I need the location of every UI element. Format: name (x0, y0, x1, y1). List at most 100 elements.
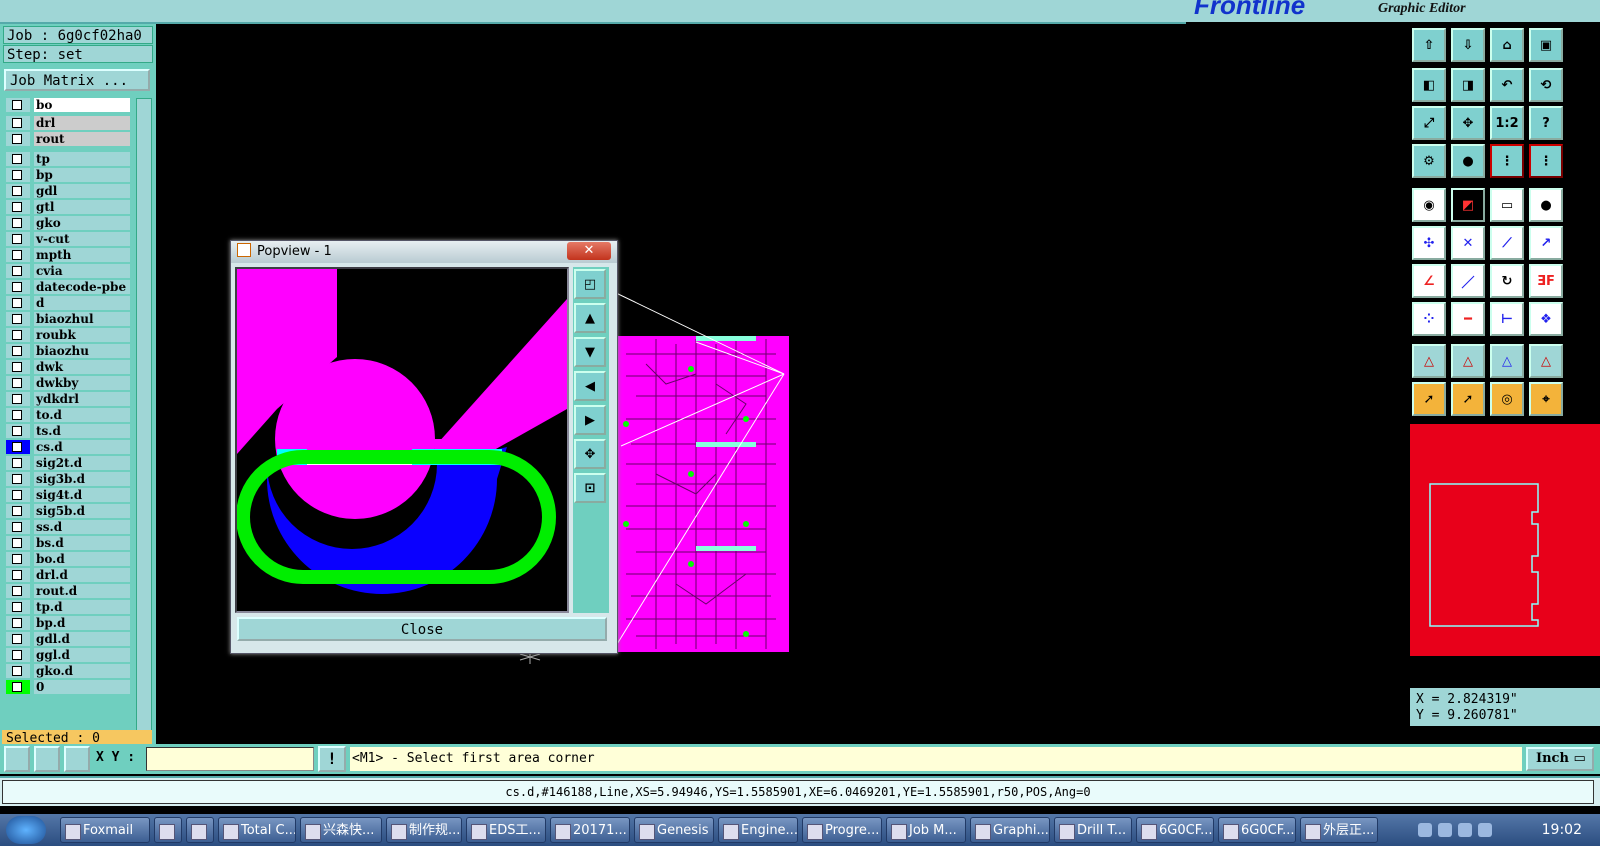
layer-row[interactable]: sig5b.d (6, 504, 130, 518)
popview-close-button[interactable]: Close (237, 617, 607, 641)
zoom-out-icon[interactable]: ⊡ (574, 473, 606, 503)
layer-name[interactable]: 0 (34, 680, 130, 694)
layer-row[interactable]: dwkby (6, 376, 130, 390)
arc-icon[interactable]: ↻ (1490, 264, 1524, 298)
taskbar-item[interactable]: Job M... (886, 817, 966, 843)
pan-left-icon[interactable]: ◀ (574, 371, 606, 401)
shapes-icon[interactable]: ❖ (1529, 302, 1563, 336)
taskbar-item[interactable] (186, 817, 214, 843)
job-matrix-button[interactable]: Job Matrix ... (4, 69, 150, 91)
window-icon[interactable]: ▣ (1529, 28, 1563, 62)
connect-icon[interactable]: ✣ (1412, 226, 1446, 260)
layer-checkbox[interactable] (6, 536, 30, 550)
layer-filter-icon[interactable]: ⋮ (1529, 144, 1563, 178)
layer-row[interactable]: cs.d (6, 440, 130, 454)
layer-checkbox[interactable] (6, 664, 30, 678)
layer-checkbox[interactable] (6, 456, 30, 470)
layer-row[interactable]: drl.d (6, 568, 130, 582)
measure-settings-icon[interactable]: ⚙ (1412, 144, 1446, 178)
layer-checkbox[interactable] (6, 216, 30, 230)
taskbar-item[interactable]: Progre... (802, 817, 882, 843)
layer-name[interactable]: cs.d (34, 440, 130, 454)
area-icon[interactable]: ◩ (1451, 188, 1485, 222)
layer-row[interactable]: gdl.d (6, 632, 130, 646)
layer-name[interactable]: datecode-pbe (34, 280, 130, 294)
layer-name[interactable]: sig5b.d (34, 504, 130, 518)
warning-icon[interactable]: ! (318, 746, 346, 772)
layer-name[interactable]: v-cut (34, 232, 130, 246)
tray-help-icon[interactable] (1438, 823, 1452, 837)
layer-row[interactable]: dwk (6, 360, 130, 374)
layer-row[interactable]: bo.d (6, 552, 130, 566)
layer-name[interactable]: gdl.d (34, 632, 130, 646)
layer-checkbox[interactable] (6, 328, 30, 342)
arrow-line-icon[interactable]: ↗ (1529, 226, 1563, 260)
taskbar-item[interactable]: 外层正... (1300, 817, 1378, 843)
angle-icon[interactable]: ∠ (1412, 264, 1446, 298)
tray-keyboard-icon[interactable] (1418, 823, 1432, 837)
tray-network-icon[interactable] (1458, 823, 1472, 837)
layer-name[interactable]: ggl.d (34, 648, 130, 662)
move-right-icon[interactable]: ◨ (1451, 68, 1485, 102)
layer-row[interactable]: ydkdrl (6, 392, 130, 406)
layer-checkbox[interactable] (6, 376, 30, 390)
layer-checkbox[interactable] (6, 248, 30, 262)
layer-row[interactable]: gko (6, 216, 130, 230)
zoom-in-icon[interactable]: ◰ (574, 269, 606, 299)
layer-row[interactable]: rout (6, 132, 130, 146)
layer-name[interactable]: gdl (34, 184, 130, 198)
layer-row[interactable]: sig3b.d (6, 472, 130, 486)
layer-name[interactable]: biaozhul (34, 312, 130, 326)
layer-name[interactable]: bp (34, 168, 130, 182)
layer-name[interactable]: bp.d (34, 616, 130, 630)
home-icon[interactable]: ⌂ (1490, 28, 1524, 62)
horizontal-line-icon[interactable]: ━ (1451, 302, 1485, 336)
layer-name[interactable]: ydkdrl (34, 392, 130, 406)
angle-mode-icon[interactable] (34, 746, 60, 772)
layer-name[interactable]: tp.d (34, 600, 130, 614)
triangle-3-icon[interactable]: △ (1490, 344, 1524, 378)
layer-checkbox[interactable] (6, 184, 30, 198)
layer-name[interactable]: gtl (34, 200, 130, 214)
layer-checkbox[interactable] (6, 600, 30, 614)
layer-name[interactable]: gko.d (34, 664, 130, 678)
layer-name[interactable]: biaozhu (34, 344, 130, 358)
layer-checkbox[interactable] (6, 440, 30, 454)
undo-icon[interactable]: ↶ (1490, 68, 1524, 102)
layer-row[interactable]: 0 (6, 680, 130, 694)
snap-mode-icon[interactable] (4, 746, 30, 772)
layer-checkbox[interactable] (6, 232, 30, 246)
layer-checkbox[interactable] (6, 296, 30, 310)
layer-row[interactable]: gdl (6, 184, 130, 198)
layer-name[interactable]: bo (34, 98, 130, 112)
layer-row[interactable]: sig2t.d (6, 456, 130, 470)
layer-checkbox[interactable] (6, 98, 30, 112)
layer-name[interactable]: d (34, 296, 130, 310)
layer-row[interactable]: ggl.d (6, 648, 130, 662)
layer-row[interactable]: bo (6, 98, 130, 112)
layer-row[interactable]: roubk (6, 328, 130, 342)
offset-points-icon[interactable]: ⁘ (1412, 302, 1446, 336)
pointer-icon[interactable]: ➚ (1412, 382, 1446, 416)
taskbar-item[interactable] (154, 817, 182, 843)
layer-name[interactable]: dwkby (34, 376, 130, 390)
select-net-icon[interactable]: ⌖ (1529, 382, 1563, 416)
layer-checkbox[interactable] (6, 584, 30, 598)
layer-checkbox[interactable] (6, 344, 30, 358)
layer-checkbox[interactable] (6, 568, 30, 582)
layer-checkbox[interactable] (6, 168, 30, 182)
layer-row[interactable]: bp (6, 168, 130, 182)
layer-row[interactable]: d (6, 296, 130, 310)
layer-row[interactable]: tp (6, 152, 130, 166)
layer-name[interactable]: bs.d (34, 536, 130, 550)
layer-name[interactable]: ts.d (34, 424, 130, 438)
layer-checkbox[interactable] (6, 264, 30, 278)
layer-row[interactable]: ts.d (6, 424, 130, 438)
layer-name[interactable]: rout.d (34, 584, 130, 598)
layer-list-scrollbar[interactable] (136, 98, 152, 736)
close-icon[interactable]: ✕ (567, 242, 611, 260)
layer-row[interactable]: bp.d (6, 616, 130, 630)
layer-row[interactable]: biaozhu (6, 344, 130, 358)
tray-volume-icon[interactable] (1478, 823, 1492, 837)
move-left-icon[interactable]: ◧ (1412, 68, 1446, 102)
